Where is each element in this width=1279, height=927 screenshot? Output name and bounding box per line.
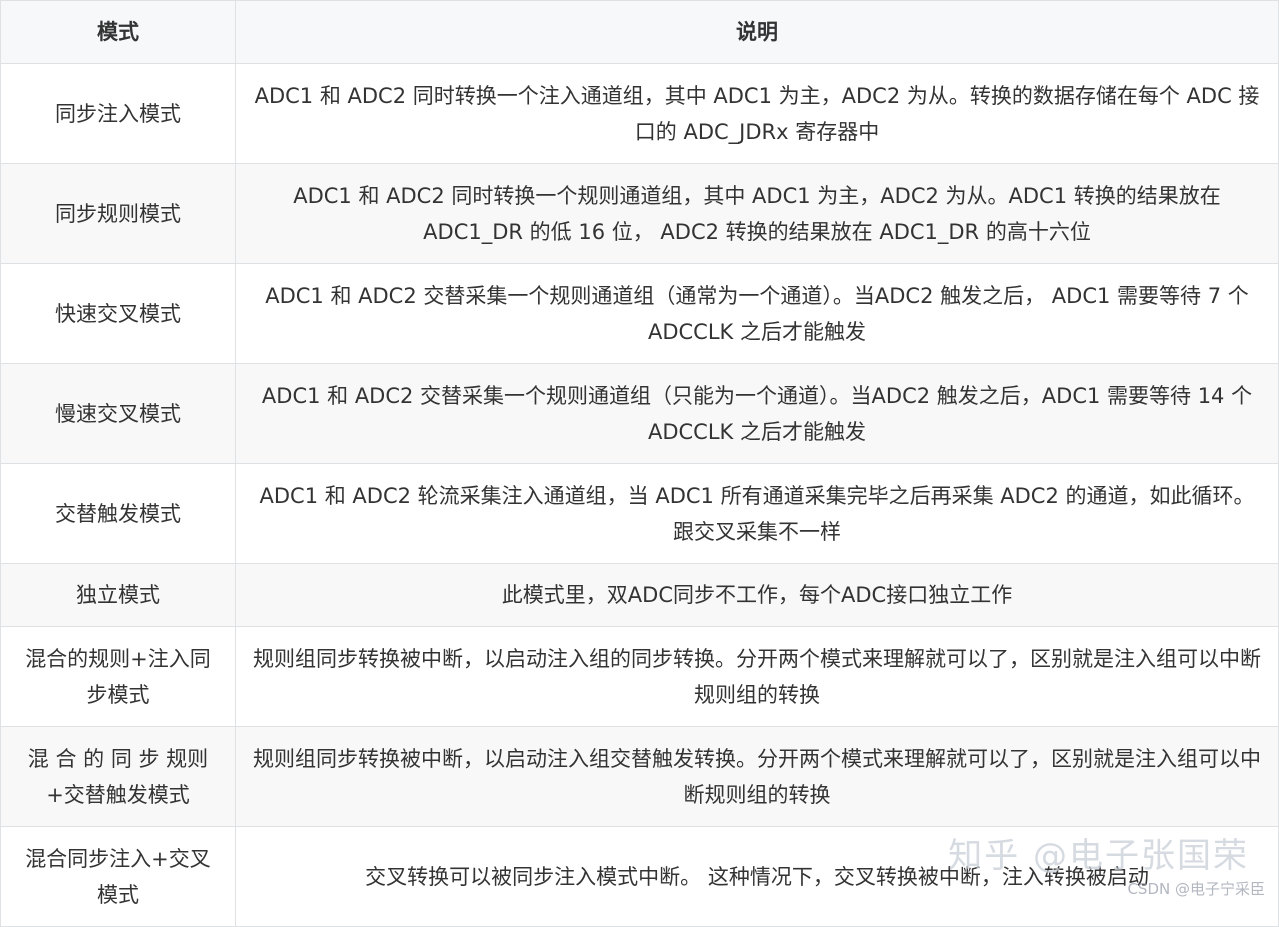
- description-cell: 交叉转换可以被同步注入模式中断。 这种情况下，交叉转换被中断，注入转换被启动: [235, 826, 1279, 927]
- description-cell: ADC1 和 ADC2 交替采集一个规则通道组（只能为一个通道）。当ADC2 触…: [235, 363, 1279, 464]
- table-row: 混合的规则+注入同步模式 规则组同步转换被中断，以启动注入组的同步转换。分开两个…: [0, 626, 1279, 727]
- mode-cell: 慢速交叉模式: [0, 363, 236, 464]
- header-description: 说明: [235, 0, 1279, 64]
- mode-cell: 混 合 的 同 步 规则 +交替触发模式: [0, 726, 236, 827]
- description-cell: ADC1 和 ADC2 同时转换一个规则通道组，其中 ADC1 为主，ADC2 …: [235, 163, 1279, 264]
- table-row: 快速交叉模式 ADC1 和 ADC2 交替采集一个规则通道组（通常为一个通道）。…: [0, 263, 1279, 364]
- table-row: 独立模式 此模式里，双ADC同步不工作，每个ADC接口独立工作: [0, 563, 1279, 627]
- header-mode: 模式: [0, 0, 236, 64]
- mode-cell: 交替触发模式: [0, 463, 236, 564]
- table-row: 同步规则模式 ADC1 和 ADC2 同时转换一个规则通道组，其中 ADC1 为…: [0, 163, 1279, 264]
- description-cell: ADC1 和 ADC2 交替采集一个规则通道组（通常为一个通道）。当ADC2 触…: [235, 263, 1279, 364]
- mode-cell: 同步规则模式: [0, 163, 236, 264]
- description-cell: ADC1 和 ADC2 同时转换一个注入通道组，其中 ADC1 为主，ADC2 …: [235, 63, 1279, 164]
- mode-cell: 混合同步注入+交叉模式: [0, 826, 236, 927]
- mode-cell: 混合的规则+注入同步模式: [0, 626, 236, 727]
- description-cell: ADC1 和 ADC2 轮流采集注入通道组，当 ADC1 所有通道采集完毕之后再…: [235, 463, 1279, 564]
- description-cell: 规则组同步转换被中断，以启动注入组的同步转换。分开两个模式来理解就可以了，区别就…: [235, 626, 1279, 727]
- table-row: 慢速交叉模式 ADC1 和 ADC2 交替采集一个规则通道组（只能为一个通道）。…: [0, 363, 1279, 464]
- table-row: 同步注入模式 ADC1 和 ADC2 同时转换一个注入通道组，其中 ADC1 为…: [0, 63, 1279, 164]
- description-cell: 规则组同步转换被中断，以启动注入组交替触发转换。分开两个模式来理解就可以了，区别…: [235, 726, 1279, 827]
- description-cell: 此模式里，双ADC同步不工作，每个ADC接口独立工作: [235, 563, 1279, 627]
- mode-cell: 快速交叉模式: [0, 263, 236, 364]
- table-row: 混 合 的 同 步 规则 +交替触发模式 规则组同步转换被中断，以启动注入组交替…: [0, 726, 1279, 827]
- table-row: 交替触发模式 ADC1 和 ADC2 轮流采集注入通道组，当 ADC1 所有通道…: [0, 463, 1279, 564]
- mode-cell: 同步注入模式: [0, 63, 236, 164]
- table-row: 混合同步注入+交叉模式 交叉转换可以被同步注入模式中断。 这种情况下，交叉转换被…: [0, 826, 1279, 927]
- mode-cell: 独立模式: [0, 563, 236, 627]
- adc-mode-table: 模式 说明 同步注入模式 ADC1 和 ADC2 同时转换一个注入通道组，其中 …: [0, 0, 1279, 927]
- table-header-row: 模式 说明: [0, 0, 1279, 64]
